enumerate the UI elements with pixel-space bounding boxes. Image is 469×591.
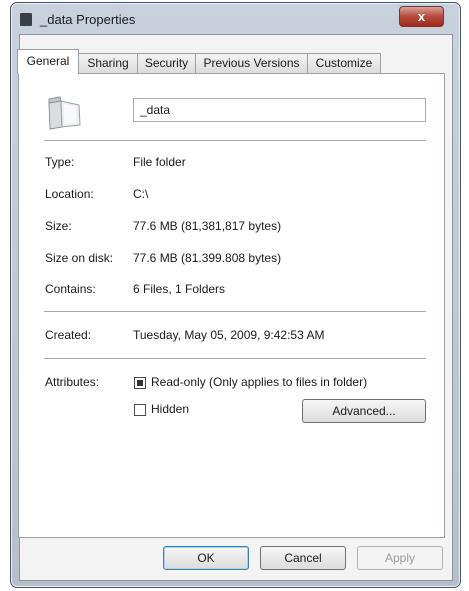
contains-value: 6 Files, 1 Folders xyxy=(133,282,226,296)
divider xyxy=(44,358,426,359)
title-bar[interactable]: _data Properties x xyxy=(11,3,460,35)
location-value: C:\ xyxy=(133,187,149,201)
tab-security[interactable]: Security xyxy=(137,53,196,73)
readonly-checkbox[interactable] xyxy=(134,377,146,389)
readonly-label: Read-only (Only applies to files in fold… xyxy=(151,375,368,389)
close-button[interactable]: x xyxy=(399,6,444,27)
tab-sharing[interactable]: Sharing xyxy=(78,53,138,73)
divider xyxy=(44,311,426,312)
contains-label: Contains: xyxy=(45,282,96,296)
advanced-button[interactable]: Advanced... xyxy=(302,399,426,423)
folder-icon xyxy=(48,96,81,130)
window-title: _data Properties xyxy=(40,12,136,27)
type-value: File folder xyxy=(133,155,186,169)
folder-icon xyxy=(20,13,32,26)
apply-button[interactable]: Apply xyxy=(357,546,443,570)
size-value: 77.6 MB (81,381,817 bytes) xyxy=(133,219,282,233)
hidden-checkbox[interactable] xyxy=(134,404,146,416)
size-on-disk-value: 77.6 MB (81.399.808 bytes) xyxy=(133,251,282,265)
hidden-label: Hidden xyxy=(151,402,190,416)
cancel-button[interactable]: Cancel xyxy=(260,546,346,570)
size-on-disk-label: Size on disk: xyxy=(45,251,114,265)
tab-customize[interactable]: Customize xyxy=(307,53,381,73)
folder-name-field[interactable]: _data xyxy=(133,98,426,122)
tab-general[interactable]: General xyxy=(17,49,79,74)
ok-button[interactable]: OK xyxy=(163,546,249,570)
type-label: Type: xyxy=(45,155,75,169)
size-label: Size: xyxy=(45,219,72,233)
location-label: Location: xyxy=(45,187,94,201)
divider xyxy=(44,140,426,141)
general-tab-panel xyxy=(18,73,445,538)
created-label: Created: xyxy=(45,328,92,342)
tab-previous-versions[interactable]: Previous Versions xyxy=(195,53,308,73)
attributes-label: Attributes: xyxy=(45,375,100,389)
created-value: Tuesday, May 05, 2009, 9:42:53 AM xyxy=(133,328,325,342)
